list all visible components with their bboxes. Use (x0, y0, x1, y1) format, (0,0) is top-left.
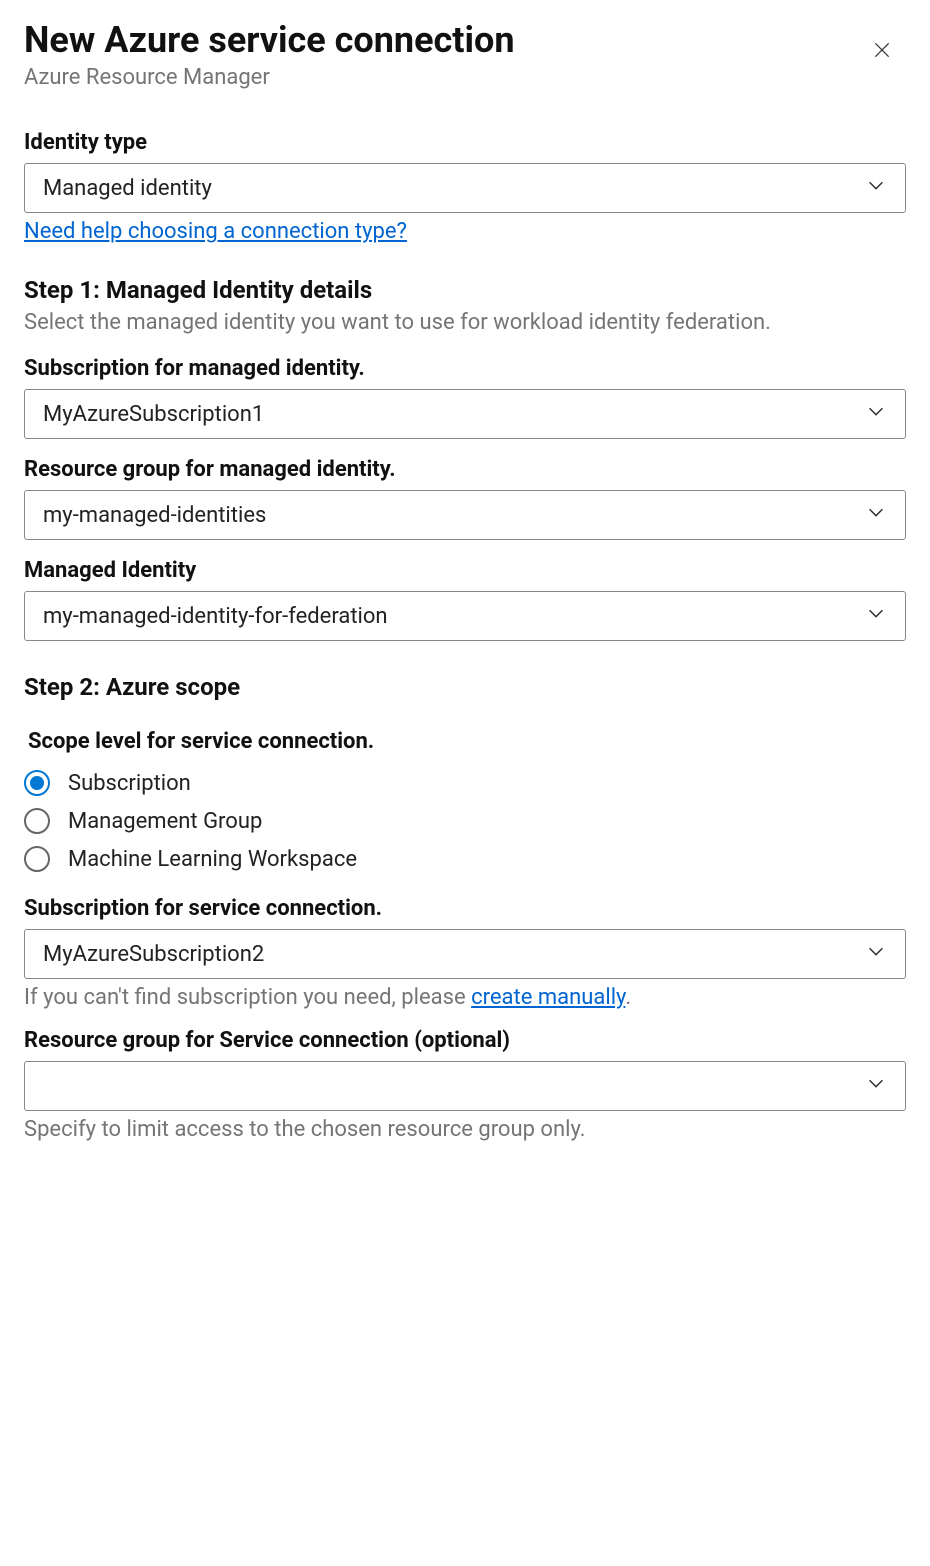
resourcegroup-mi-value: my-managed-identities (43, 503, 266, 528)
managed-identity-label: Managed Identity (24, 558, 906, 583)
chevron-down-icon (865, 940, 887, 968)
radio-unselected-icon (24, 808, 50, 834)
hint-prefix: If you can't find subscription you need,… (24, 985, 471, 1010)
resourcegroup-conn-hint: Specify to limit access to the chosen re… (24, 1117, 906, 1142)
scope-level-radio-group: Subscription Management Group Machine Le… (24, 764, 906, 878)
page-title: New Azure service connection (24, 20, 515, 61)
chevron-down-icon (865, 400, 887, 428)
subscription-mi-label: Subscription for managed identity. (24, 356, 906, 381)
subscription-conn-label: Subscription for service connection. (24, 896, 906, 921)
close-icon (872, 48, 892, 63)
chevron-down-icon (865, 174, 887, 202)
radio-unselected-icon (24, 846, 50, 872)
managed-identity-value: my-managed-identity-for-federation (43, 604, 388, 629)
subscription-conn-select[interactable]: MyAzureSubscription2 (24, 929, 906, 979)
resourcegroup-mi-label: Resource group for managed identity. (24, 457, 906, 482)
subscription-conn-value: MyAzureSubscription2 (43, 942, 264, 967)
identity-type-select[interactable]: Managed identity (24, 163, 906, 213)
scope-radio-label: Subscription (68, 771, 191, 796)
subscription-mi-value: MyAzureSubscription1 (43, 402, 264, 427)
create-manually-link[interactable]: create manually (471, 985, 625, 1010)
step2-title: Step 2: Azure scope (24, 673, 906, 701)
managed-identity-select[interactable]: my-managed-identity-for-federation (24, 591, 906, 641)
scope-radio-ml-workspace[interactable]: Machine Learning Workspace (24, 840, 906, 878)
page-subtitle: Azure Resource Manager (24, 65, 515, 90)
scope-radio-subscription[interactable]: Subscription (24, 764, 906, 802)
hint-suffix: . (625, 985, 631, 1010)
chevron-down-icon (865, 1072, 887, 1100)
chevron-down-icon (865, 602, 887, 630)
chevron-down-icon (865, 501, 887, 529)
radio-selected-icon (24, 770, 50, 796)
identity-type-label: Identity type (24, 130, 906, 155)
resourcegroup-conn-select[interactable] (24, 1061, 906, 1111)
scope-radio-management-group[interactable]: Management Group (24, 802, 906, 840)
scope-radio-label: Management Group (68, 809, 262, 834)
identity-type-value: Managed identity (43, 176, 212, 201)
subscription-mi-select[interactable]: MyAzureSubscription1 (24, 389, 906, 439)
step1-title: Step 1: Managed Identity details (24, 276, 906, 304)
close-button[interactable] (864, 32, 900, 71)
help-link[interactable]: Need help choosing a connection type? (24, 219, 407, 244)
resourcegroup-conn-label: Resource group for Service connection (o… (24, 1028, 906, 1053)
resourcegroup-mi-select[interactable]: my-managed-identities (24, 490, 906, 540)
subscription-conn-hint: If you can't find subscription you need,… (24, 985, 906, 1010)
scope-radio-label: Machine Learning Workspace (68, 847, 357, 872)
step1-desc: Select the managed identity you want to … (24, 308, 906, 338)
scope-level-label: Scope level for service connection. (28, 729, 906, 754)
